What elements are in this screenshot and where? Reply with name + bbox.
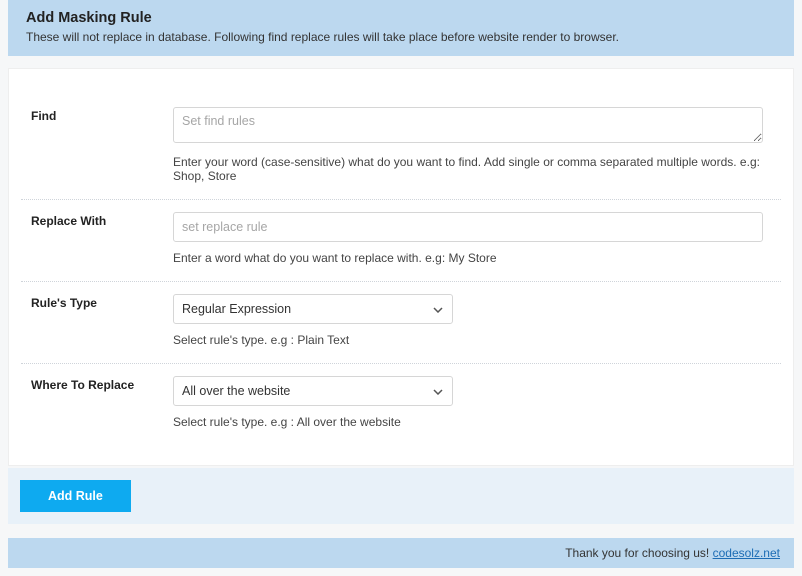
where-select[interactable]: All over the website [173, 376, 453, 406]
action-bar: Add Rule [8, 468, 794, 524]
label-rule-type: Rule's Type [21, 294, 173, 347]
row-find: Find Enter your word (case-sensitive) wh… [21, 95, 781, 200]
replace-hint: Enter a word what do you want to replace… [173, 251, 763, 265]
find-hint: Enter your word (case-sensitive) what do… [173, 155, 763, 183]
row-where: Where To Replace All over the website Se… [21, 364, 781, 437]
add-rule-button[interactable]: Add Rule [20, 480, 131, 512]
label-replace: Replace With [21, 212, 173, 265]
footer-thanks: Thank you for choosing us! [565, 546, 712, 560]
where-hint: Select rule's type. e.g : All over the w… [173, 415, 763, 429]
page-header: Add Masking Rule These will not replace … [8, 0, 794, 56]
rule-type-select[interactable]: Regular Expression [173, 294, 453, 324]
rule-type-hint: Select rule's type. e.g : Plain Text [173, 333, 763, 347]
find-input[interactable] [173, 107, 763, 143]
footer-link[interactable]: codesolz.net [713, 546, 780, 560]
page-subtitle: These will not replace in database. Foll… [26, 30, 776, 44]
page-title: Add Masking Rule [26, 10, 776, 26]
label-find: Find [21, 107, 173, 183]
row-replace: Replace With Enter a word what do you wa… [21, 200, 781, 282]
label-where: Where To Replace [21, 376, 173, 429]
footer: Thank you for choosing us! codesolz.net [8, 538, 794, 568]
replace-input[interactable] [173, 212, 763, 242]
row-rule-type: Rule's Type Regular Expression Select ru… [21, 282, 781, 364]
form-card: Find Enter your word (case-sensitive) wh… [8, 68, 794, 466]
